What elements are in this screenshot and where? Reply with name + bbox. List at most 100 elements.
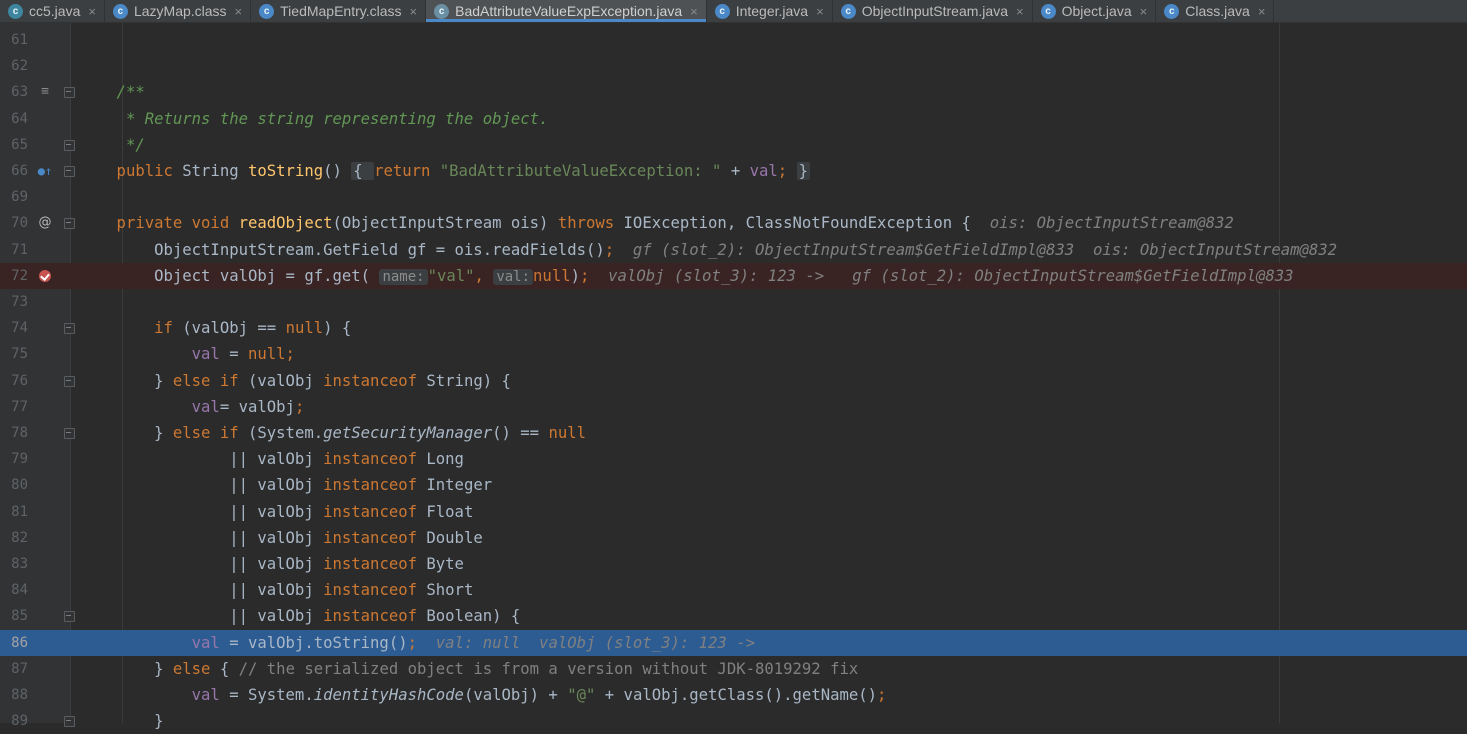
fold-toggle-icon[interactable] (64, 166, 75, 177)
line-number[interactable]: 77 (0, 394, 28, 420)
close-icon[interactable]: × (410, 4, 418, 19)
code-text[interactable]: || valObj instanceof Float (79, 499, 473, 525)
code-text[interactable]: if (valObj == null) { (79, 315, 351, 341)
code-text[interactable]: } else { // the serialized object is fro… (79, 656, 858, 682)
code-line-78[interactable]: 78 } else if (System.getSecurityManager(… (0, 420, 1467, 446)
folded-region[interactable]: } (796, 162, 810, 180)
tab-tiedmapentry-class[interactable]: TiedMapEntry.class × (251, 0, 427, 22)
code-text[interactable]: val = System.identityHashCode(valObj) + … (79, 682, 887, 708)
code-line-66[interactable]: 66 ●↑ public String toString() { return "… (0, 158, 1467, 184)
code-line-88[interactable]: 88 val = System.identityHashCode(valObj)… (0, 682, 1467, 708)
line-number[interactable]: 64 (0, 106, 28, 132)
code-line-85[interactable]: 85 || valObj instanceof Boolean) { (0, 603, 1467, 629)
line-number[interactable]: 63 (0, 79, 28, 105)
code-line-79[interactable]: 79 || valObj instanceof Long (0, 446, 1467, 472)
folded-region[interactable]: { (351, 162, 375, 180)
code-text[interactable]: } else if (System.getSecurityManager() =… (79, 420, 586, 446)
close-icon[interactable]: × (1140, 4, 1148, 19)
code-line-75[interactable]: 75 val = null; (0, 341, 1467, 367)
line-number[interactable]: 79 (0, 446, 28, 472)
line-number[interactable]: 81 (0, 499, 28, 525)
code-line-81[interactable]: 81 || valObj instanceof Float (0, 499, 1467, 525)
javadoc-icon[interactable]: ≡ (37, 79, 53, 105)
code-text[interactable]: private void readObject(ObjectInputStrea… (79, 210, 1234, 236)
code-text[interactable]: || valObj instanceof Integer (79, 472, 492, 498)
code-line-71[interactable]: 71 ObjectInputStream.GetField gf = ois.r… (0, 237, 1467, 263)
code-text[interactable]: public String toString() { return "BadAt… (79, 158, 810, 184)
code-text[interactable]: || valObj instanceof Short (79, 577, 473, 603)
breakpoint-icon[interactable] (37, 263, 53, 289)
fold-toggle-icon[interactable] (64, 611, 75, 623)
code-text[interactable]: Object valObj = gf.get( name: "val", val:… (79, 262, 1294, 289)
line-number[interactable]: 69 (0, 184, 28, 210)
line-number[interactable]: 88 (0, 682, 28, 708)
line-number[interactable]: 84 (0, 577, 28, 603)
code-text[interactable]: val = null; (79, 341, 295, 367)
code-line-73[interactable]: 73 (0, 289, 1467, 315)
line-number[interactable]: 71 (0, 237, 28, 263)
code-text[interactable]: ObjectInputStream.GetField gf = ois.read… (79, 237, 1337, 263)
fold-toggle-icon[interactable] (64, 139, 75, 151)
close-icon[interactable]: × (690, 4, 698, 19)
code-text[interactable]: || valObj instanceof Byte (79, 551, 464, 577)
fold-toggle-icon[interactable] (64, 323, 75, 335)
line-number[interactable]: 61 (0, 27, 28, 53)
code-text[interactable]: } else if (valObj instanceof String) { (79, 368, 511, 394)
overrides-method-icon[interactable]: ●↑ (37, 158, 53, 184)
line-number[interactable]: 75 (0, 341, 28, 367)
code-text[interactable]: || valObj instanceof Long (79, 446, 464, 472)
code-line-84[interactable]: 84 || valObj instanceof Short (0, 577, 1467, 603)
code-text[interactable]: */ (79, 132, 145, 158)
tab-object-java[interactable]: Object.java × (1033, 0, 1157, 22)
fold-toggle-icon[interactable] (64, 428, 75, 439)
tab-class-java[interactable]: Class.java × (1156, 0, 1275, 22)
line-number[interactable]: 76 (0, 368, 28, 394)
close-icon[interactable]: × (816, 4, 824, 19)
line-number[interactable]: 87 (0, 656, 28, 682)
annotation-icon[interactable]: @ (37, 210, 53, 236)
code-line-86[interactable]: 86 val = valObj.toString(); val: null va… (0, 629, 1467, 656)
line-number[interactable]: 66 (0, 158, 28, 184)
code-line-77[interactable]: 77 val= valObj; (0, 394, 1467, 420)
code-text[interactable]: /** (79, 79, 145, 105)
line-number[interactable]: 80 (0, 472, 28, 498)
fold-toggle-icon[interactable] (64, 716, 75, 728)
code-text[interactable]: val= valObj; (79, 394, 305, 420)
line-number[interactable]: 85 (0, 603, 28, 629)
line-number[interactable]: 62 (0, 53, 28, 79)
tab-integer-java[interactable]: Integer.java × (707, 0, 833, 22)
tab-cc5-java[interactable]: cc5.java × (0, 0, 105, 22)
line-number[interactable]: 83 (0, 551, 28, 577)
code-line-89[interactable]: 89 } (0, 708, 1467, 734)
line-number[interactable]: 70 (0, 210, 28, 236)
code-line-83[interactable]: 83 || valObj instanceof Byte (0, 551, 1467, 577)
code-line-80[interactable]: 80 || valObj instanceof Integer (0, 472, 1467, 498)
code-line-74[interactable]: 74 if (valObj == null) { (0, 315, 1467, 341)
code-line-72[interactable]: 72 Object valObj = gf.get( name: "val", v… (0, 262, 1467, 289)
close-icon[interactable]: × (1258, 4, 1266, 19)
code-text[interactable]: } (79, 708, 163, 734)
code-line-69[interactable]: 69 (0, 184, 1467, 210)
line-number[interactable]: 65 (0, 132, 28, 158)
tab-badattributevalueexpexception-java[interactable]: BadAttributeValueExpException.java × (426, 0, 707, 22)
code-text[interactable]: * Returns the string representing the ob… (79, 106, 548, 132)
line-number[interactable]: 89 (0, 708, 28, 734)
line-number[interactable]: 74 (0, 315, 28, 341)
code-line-63[interactable]: 63 ≡ /** (0, 79, 1467, 105)
close-icon[interactable]: × (1016, 4, 1024, 19)
code-line-61[interactable]: 61 (0, 27, 1467, 53)
code-line-62[interactable]: 62 (0, 53, 1467, 79)
fold-toggle-icon[interactable] (64, 87, 75, 99)
code-text[interactable]: || valObj instanceof Double (79, 525, 483, 551)
code-line-87[interactable]: 87 } else { // the serialized object is … (0, 656, 1467, 682)
fold-toggle-icon[interactable] (64, 218, 75, 230)
line-number[interactable]: 82 (0, 525, 28, 551)
close-icon[interactable]: × (235, 4, 243, 19)
tab-lazymap-class[interactable]: LazyMap.class × (105, 0, 252, 22)
line-number[interactable]: 73 (0, 289, 28, 315)
code-line-76[interactable]: 76 } else if (valObj instanceof String) … (0, 368, 1467, 394)
code-line-65[interactable]: 65 */ (0, 132, 1467, 158)
line-number[interactable]: 86 (0, 630, 28, 656)
fold-toggle-icon[interactable] (64, 375, 75, 387)
line-number[interactable]: 78 (0, 420, 28, 446)
